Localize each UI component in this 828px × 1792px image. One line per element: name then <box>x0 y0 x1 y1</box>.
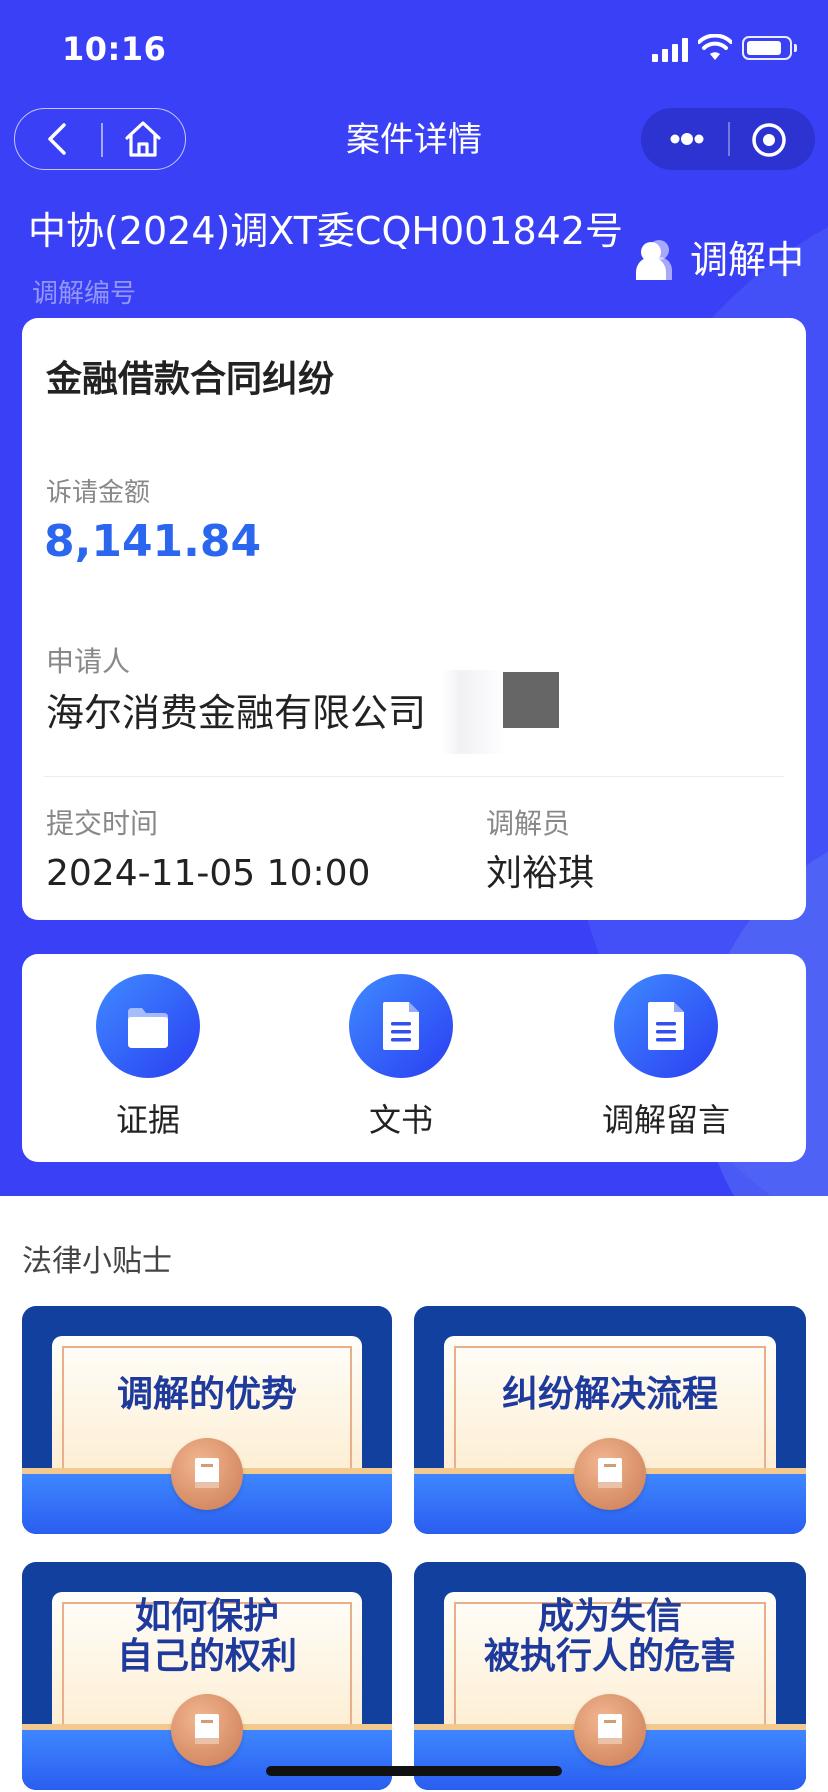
case-number-label: 调解编号 <box>32 279 137 309</box>
close-target-icon[interactable] <box>749 120 789 160</box>
document-icon <box>383 1002 419 1050</box>
mediator-value: 刘裕琪 <box>486 853 595 894</box>
tip-card[interactable]: 如何保护 自己的权利 <box>22 1562 392 1790</box>
tip-card[interactable]: 调解的优势 <box>22 1306 392 1534</box>
wifi-icon <box>698 34 732 60</box>
book-icon <box>574 1438 646 1510</box>
nav-capsule-right <box>641 108 815 170</box>
message-document-icon <box>648 1002 684 1050</box>
folder-icon <box>128 1008 168 1048</box>
status-time: 10:16 <box>62 30 167 68</box>
capsule-divider <box>728 122 730 156</box>
book-icon <box>171 1694 243 1766</box>
redacted-block <box>503 672 559 728</box>
book-icon <box>574 1694 646 1766</box>
more-icon[interactable] <box>659 120 715 158</box>
amount-label: 诉请金额 <box>46 478 151 508</box>
applicant-value: 海尔消费金融有限公司 <box>46 691 427 735</box>
legal-tips-title: 法律小贴士 <box>22 1244 172 1279</box>
book-icon <box>171 1438 243 1510</box>
battery-icon <box>742 36 797 60</box>
case-info-card: 金融借款合同纠纷 诉请金额 8,141.84 申请人 海尔消费金融有限公司 提交… <box>22 318 806 920</box>
evidence-icon-circle <box>96 974 200 1078</box>
case-number: 中协(2024)调XT委CQH001842号 <box>28 209 624 253</box>
mediator-label: 调解员 <box>486 807 571 840</box>
amount-value: 8,141.84 <box>44 516 262 567</box>
navigation-bar: 案件详情 <box>0 96 828 188</box>
documents-button[interactable]: 文书 <box>321 974 481 1144</box>
applicant-label: 申请人 <box>46 645 131 678</box>
faded-overlay <box>442 670 506 754</box>
status-badge: 调解中 <box>632 232 804 288</box>
home-indicator <box>266 1766 562 1776</box>
divider <box>44 776 784 777</box>
submit-time-label: 提交时间 <box>46 807 159 840</box>
case-type: 金融借款合同纠纷 <box>46 359 335 400</box>
users-icon <box>636 240 672 280</box>
message-icon-circle <box>614 974 718 1078</box>
mediation-message-button[interactable]: 调解留言 <box>586 974 746 1144</box>
evidence-button[interactable]: 证据 <box>68 974 228 1144</box>
mediation-message-label: 调解留言 <box>601 1101 730 1139</box>
status-text: 调解中 <box>690 238 805 282</box>
action-panel: 证据 文书 调解留言 <box>22 954 806 1162</box>
submit-time-value: 2024-11-05 10:00 <box>46 853 371 894</box>
evidence-label: 证据 <box>115 1101 180 1139</box>
cellular-signal-icon <box>652 38 690 62</box>
tip-card[interactable]: 成为失信 被执行人的危害 <box>414 1562 806 1790</box>
tip-card[interactable]: 纠纷解决流程 <box>414 1306 806 1534</box>
status-bar: 10:16 <box>0 0 828 96</box>
documents-icon-circle <box>349 974 453 1078</box>
documents-label: 文书 <box>368 1101 433 1139</box>
